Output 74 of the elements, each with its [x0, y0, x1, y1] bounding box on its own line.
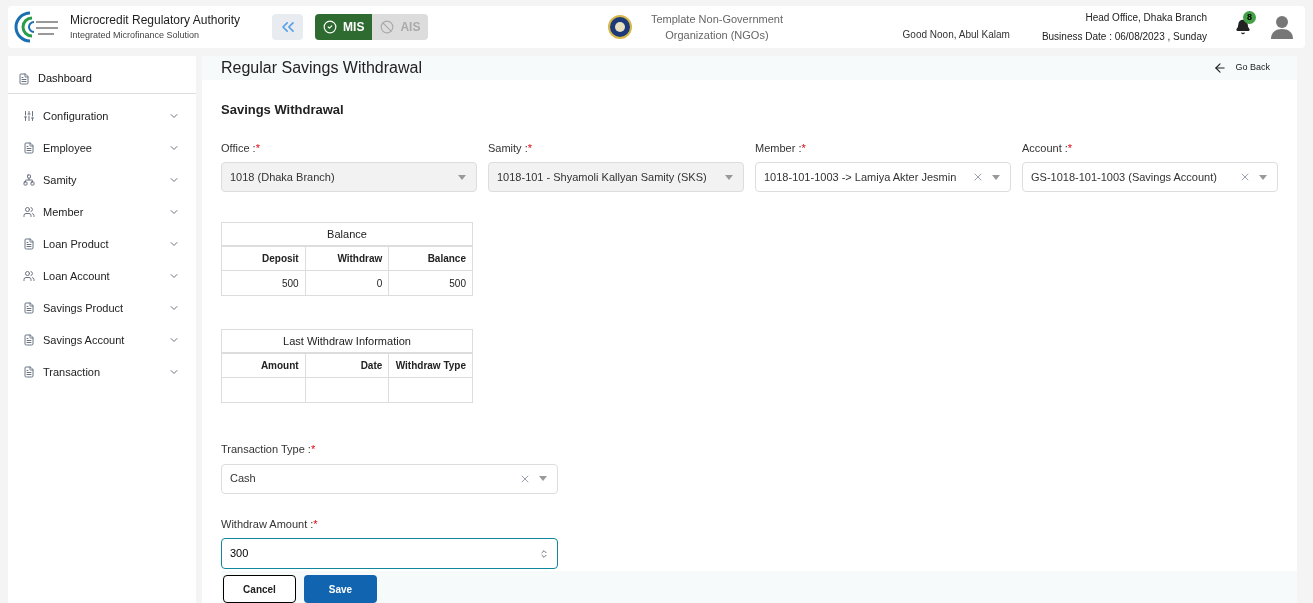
sidebar-item[interactable]: Member — [8, 196, 196, 228]
cancel-button[interactable]: Cancel — [223, 575, 296, 603]
menu-item-icon — [23, 302, 35, 314]
dropdown-icon — [539, 476, 547, 481]
dropdown-icon — [725, 174, 733, 180]
sidebar-item[interactable]: Transaction — [8, 356, 196, 388]
page-title: Regular Savings Withdrawal — [221, 58, 423, 78]
dropdown-icon — [1259, 174, 1267, 180]
field-label: Account :* — [1022, 140, 1074, 156]
ngo-name: Template Non-Government Organization (NGOs) — [649, 12, 784, 43]
dropdown-icon — [992, 174, 1000, 180]
notification-badge: 8 — [1243, 11, 1256, 24]
spinner-icon[interactable] — [539, 548, 549, 559]
field-label: Samity :* — [488, 140, 533, 156]
select-value: Cash — [230, 471, 257, 487]
business-date: Business Date : 06/08/2023 , Sunday — [1041, 30, 1207, 44]
menu-item-icon — [23, 334, 35, 346]
column-header: Withdraw — [305, 245, 389, 271]
sidebar-item[interactable]: Samity — [8, 164, 196, 196]
table-title: Balance — [221, 222, 473, 246]
sidebar-item[interactable]: Savings Product — [8, 292, 196, 324]
check-icon — [323, 20, 338, 34]
select-value: 1018-101-1003 -> Lamiya Akter Jesmin — [764, 169, 958, 185]
sidebar-item[interactable]: Employee — [8, 132, 196, 164]
branch-name: Head Office, Dhaka Branch — [1085, 11, 1207, 25]
arrow-left-icon — [1213, 61, 1228, 75]
select-value: 1018-101 - Shyamoli Kallyan Samity (SKS) — [497, 169, 708, 185]
menu-item-icon — [23, 206, 35, 218]
sidebar-item[interactable]: Loan Product — [8, 228, 196, 260]
menu-item-icon — [23, 110, 35, 122]
menu-item-icon — [23, 142, 35, 154]
table-cell: 500 — [221, 270, 306, 296]
clear-icon[interactable] — [972, 171, 984, 183]
select-value: GS-1018-101-1003 (Savings Account) — [1031, 169, 1218, 185]
column-header: Balance — [388, 245, 473, 271]
field-label: Office :* — [221, 140, 261, 156]
select-field[interactable]: 1018-101-1003 -> Lamiya Akter Jesmin — [755, 162, 1011, 192]
sidebar-item[interactable]: Configuration — [8, 100, 196, 132]
field-label: Withdraw Amount :* — [221, 516, 319, 532]
bell-icon[interactable] — [1235, 19, 1251, 35]
sidebar-item[interactable]: Savings Account — [8, 324, 196, 356]
clear-icon[interactable] — [1239, 171, 1251, 183]
column-header: Deposit — [221, 245, 306, 271]
table-cell: 0 — [305, 270, 389, 296]
menu-item-icon — [23, 366, 35, 378]
emblem-icon — [608, 15, 633, 39]
module-tab[interactable]: MIS — [315, 14, 373, 40]
select-field[interactable]: GS-1018-101-1003 (Savings Account) — [1022, 162, 1278, 192]
menu-item-icon — [23, 270, 35, 282]
ban-icon — [380, 20, 395, 34]
column-header: Date — [305, 352, 389, 378]
save-button[interactable]: Save — [304, 575, 377, 603]
sidebar-item[interactable]: Dashboard — [8, 64, 196, 94]
field-label: Transaction Type :* — [221, 442, 317, 457]
section-title: Savings Withdrawal — [221, 101, 345, 119]
greeting: Good Noon, Abul Kalam — [902, 28, 1010, 42]
field-label: Member :* — [755, 140, 807, 156]
table-cell: 500 — [388, 270, 473, 296]
collapse-button[interactable] — [272, 14, 304, 40]
menu-item-icon — [23, 174, 35, 186]
select-field[interactable]: Cash — [221, 463, 558, 494]
org-subtitle: Integrated Microfinance Solution — [70, 29, 201, 43]
sidebar-item[interactable]: Loan Account — [8, 260, 196, 292]
document-icon — [18, 72, 30, 85]
org-name: Microcredit Regulatory Authority — [70, 12, 241, 30]
table-title: Last Withdraw Information — [221, 329, 473, 353]
column-header: Withdraw Type — [388, 352, 473, 378]
dropdown-icon — [458, 174, 466, 180]
go-back-link[interactable]: Go Back — [1213, 61, 1270, 75]
user-avatar-icon[interactable] — [1271, 15, 1293, 39]
column-header: Amount — [221, 352, 306, 378]
amount-field[interactable]: 300 — [221, 538, 558, 569]
menu-item-icon — [23, 238, 35, 250]
select-value: 1018 (Dhaka Branch) — [230, 169, 336, 185]
